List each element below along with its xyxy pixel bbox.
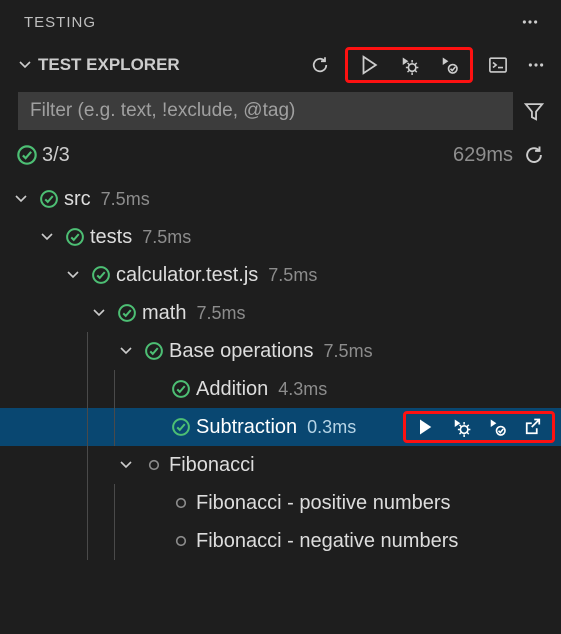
refresh-summary-icon[interactable] <box>521 142 547 168</box>
coverage-test-icon[interactable] <box>484 414 510 440</box>
tree-row-fibneg[interactable]: Fibonacci - negative numbers <box>0 522 561 560</box>
unrun-icon <box>139 457 169 473</box>
tree-row-src[interactable]: src 7.5ms <box>0 180 561 218</box>
pass-icon <box>139 341 169 361</box>
filter-input[interactable] <box>18 92 513 130</box>
goto-source-icon[interactable] <box>520 414 546 440</box>
tree-time: 0.3ms <box>307 417 356 438</box>
run-test-icon[interactable] <box>412 414 438 440</box>
pass-icon <box>12 144 42 166</box>
tree-time: 7.5ms <box>142 227 191 248</box>
pass-icon <box>86 265 116 285</box>
section-more-icon[interactable] <box>523 52 549 78</box>
pass-icon <box>166 379 196 399</box>
run-all-icon[interactable] <box>356 52 382 78</box>
tree-row-addition[interactable]: Addition 4.3ms <box>0 370 561 408</box>
tree-time: 7.5ms <box>196 303 245 324</box>
row-actions-highlight <box>403 411 555 443</box>
tree-label: tests <box>90 226 132 249</box>
pass-icon <box>112 303 142 323</box>
tree-row-fibpos[interactable]: Fibonacci - positive numbers <box>0 484 561 522</box>
summary-time: 629ms <box>453 144 513 167</box>
pass-icon <box>166 417 196 437</box>
tree-row-calc[interactable]: calculator.test.js 7.5ms <box>0 256 561 294</box>
tree-row-baseops[interactable]: Base operations 7.5ms <box>0 332 561 370</box>
tree-label: Base operations <box>169 340 314 363</box>
coverage-all-icon[interactable] <box>436 52 462 78</box>
tree-row-fib[interactable]: Fibonacci <box>0 446 561 484</box>
more-actions-icon[interactable] <box>517 9 543 35</box>
summary-count: 3/3 <box>42 144 70 167</box>
unrun-icon <box>166 533 196 549</box>
tree-label: Fibonacci - positive numbers <box>196 492 451 515</box>
chevron-down-icon[interactable] <box>8 191 34 207</box>
tree-label: Subtraction <box>196 416 297 439</box>
unrun-icon <box>166 495 196 511</box>
tree-row-subtraction[interactable]: Subtraction 0.3ms <box>0 408 561 446</box>
tree-label: math <box>142 302 186 325</box>
panel-title: TESTING <box>24 14 96 31</box>
section-title: TEST EXPLORER <box>38 55 180 75</box>
pass-icon <box>60 227 90 247</box>
tree-label: src <box>64 188 91 211</box>
tree-label: Fibonacci <box>169 454 255 477</box>
chevron-down-icon[interactable] <box>34 229 60 245</box>
tree-label: Fibonacci - negative numbers <box>196 530 458 553</box>
tree-time: 7.5ms <box>324 341 373 362</box>
terminal-icon[interactable] <box>485 52 511 78</box>
tree-label: Addition <box>196 378 268 401</box>
chevron-down-icon[interactable] <box>113 343 139 359</box>
debug-test-icon[interactable] <box>448 414 474 440</box>
tree-time: 7.5ms <box>101 189 150 210</box>
run-group-highlight <box>345 47 473 83</box>
tree-label: calculator.test.js <box>116 264 258 287</box>
tree-time: 4.3ms <box>278 379 327 400</box>
tree-row-tests[interactable]: tests 7.5ms <box>0 218 561 256</box>
filter-icon[interactable] <box>521 98 547 124</box>
refresh-icon[interactable] <box>307 52 333 78</box>
chevron-down-icon[interactable] <box>113 457 139 473</box>
pass-icon <box>34 189 64 209</box>
chevron-down-icon[interactable] <box>86 305 112 321</box>
chevron-down-icon[interactable] <box>12 57 38 73</box>
tree-row-math[interactable]: math 7.5ms <box>0 294 561 332</box>
tree-time: 7.5ms <box>268 265 317 286</box>
chevron-down-icon[interactable] <box>60 267 86 283</box>
debug-all-icon[interactable] <box>396 52 422 78</box>
